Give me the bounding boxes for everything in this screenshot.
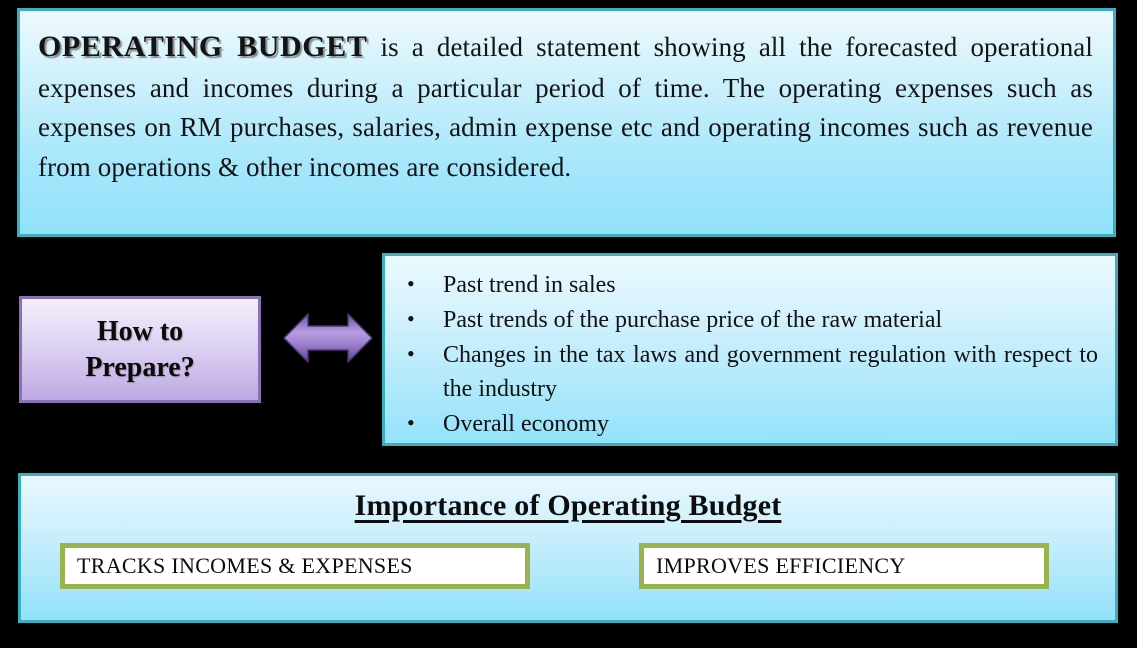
- importance-chip-improves-efficiency: IMPROVES EFFICIENCY: [639, 543, 1049, 589]
- definition-panel: OPERATING BUDGET is a detailed statement…: [17, 8, 1116, 237]
- bullet-marker-icon: •: [407, 340, 415, 366]
- definition-paragraph: OPERATING BUDGET is a detailed statement…: [20, 11, 1113, 187]
- list-item-label: Changes in the tax laws and government r…: [443, 341, 1098, 403]
- list-item: • Overall economy: [399, 407, 1099, 442]
- how-to-prepare-line-2: Prepare?: [85, 351, 195, 383]
- list-item-label: Overall economy: [443, 411, 609, 438]
- list-item: • Past trend in sales: [399, 268, 1099, 303]
- list-item: • Past trends of the purchase price of t…: [399, 303, 1099, 338]
- definition-lead-term: OPERATING BUDGET: [38, 30, 368, 63]
- importance-panel: Importance of Operating Budget TRACKS IN…: [18, 473, 1118, 623]
- importance-chip-label: TRACKS INCOMES & EXPENSES: [77, 553, 413, 578]
- list-item: • Changes in the tax laws and government…: [399, 338, 1099, 408]
- bullet-marker-icon: •: [407, 271, 415, 296]
- preparation-factors-panel: • Past trend in sales • Past trends of t…: [382, 253, 1118, 446]
- importance-title: Importance of Operating Budget: [354, 489, 782, 522]
- list-item-label: Past trends of the purchase price of the…: [443, 306, 943, 333]
- bullet-marker-icon: •: [407, 305, 415, 331]
- double-headed-arrow-icon: [282, 305, 374, 371]
- importance-chip-tracks-incomes-expenses: TRACKS INCOMES & EXPENSES: [60, 543, 530, 589]
- how-to-prepare-line-1: How to: [96, 315, 184, 347]
- list-item-label: Past trend in sales: [443, 272, 616, 298]
- how-to-prepare-box: How to Prepare?: [19, 296, 261, 403]
- importance-chip-label: IMPROVES EFFICIENCY: [656, 553, 906, 578]
- bullet-marker-icon: •: [407, 410, 415, 436]
